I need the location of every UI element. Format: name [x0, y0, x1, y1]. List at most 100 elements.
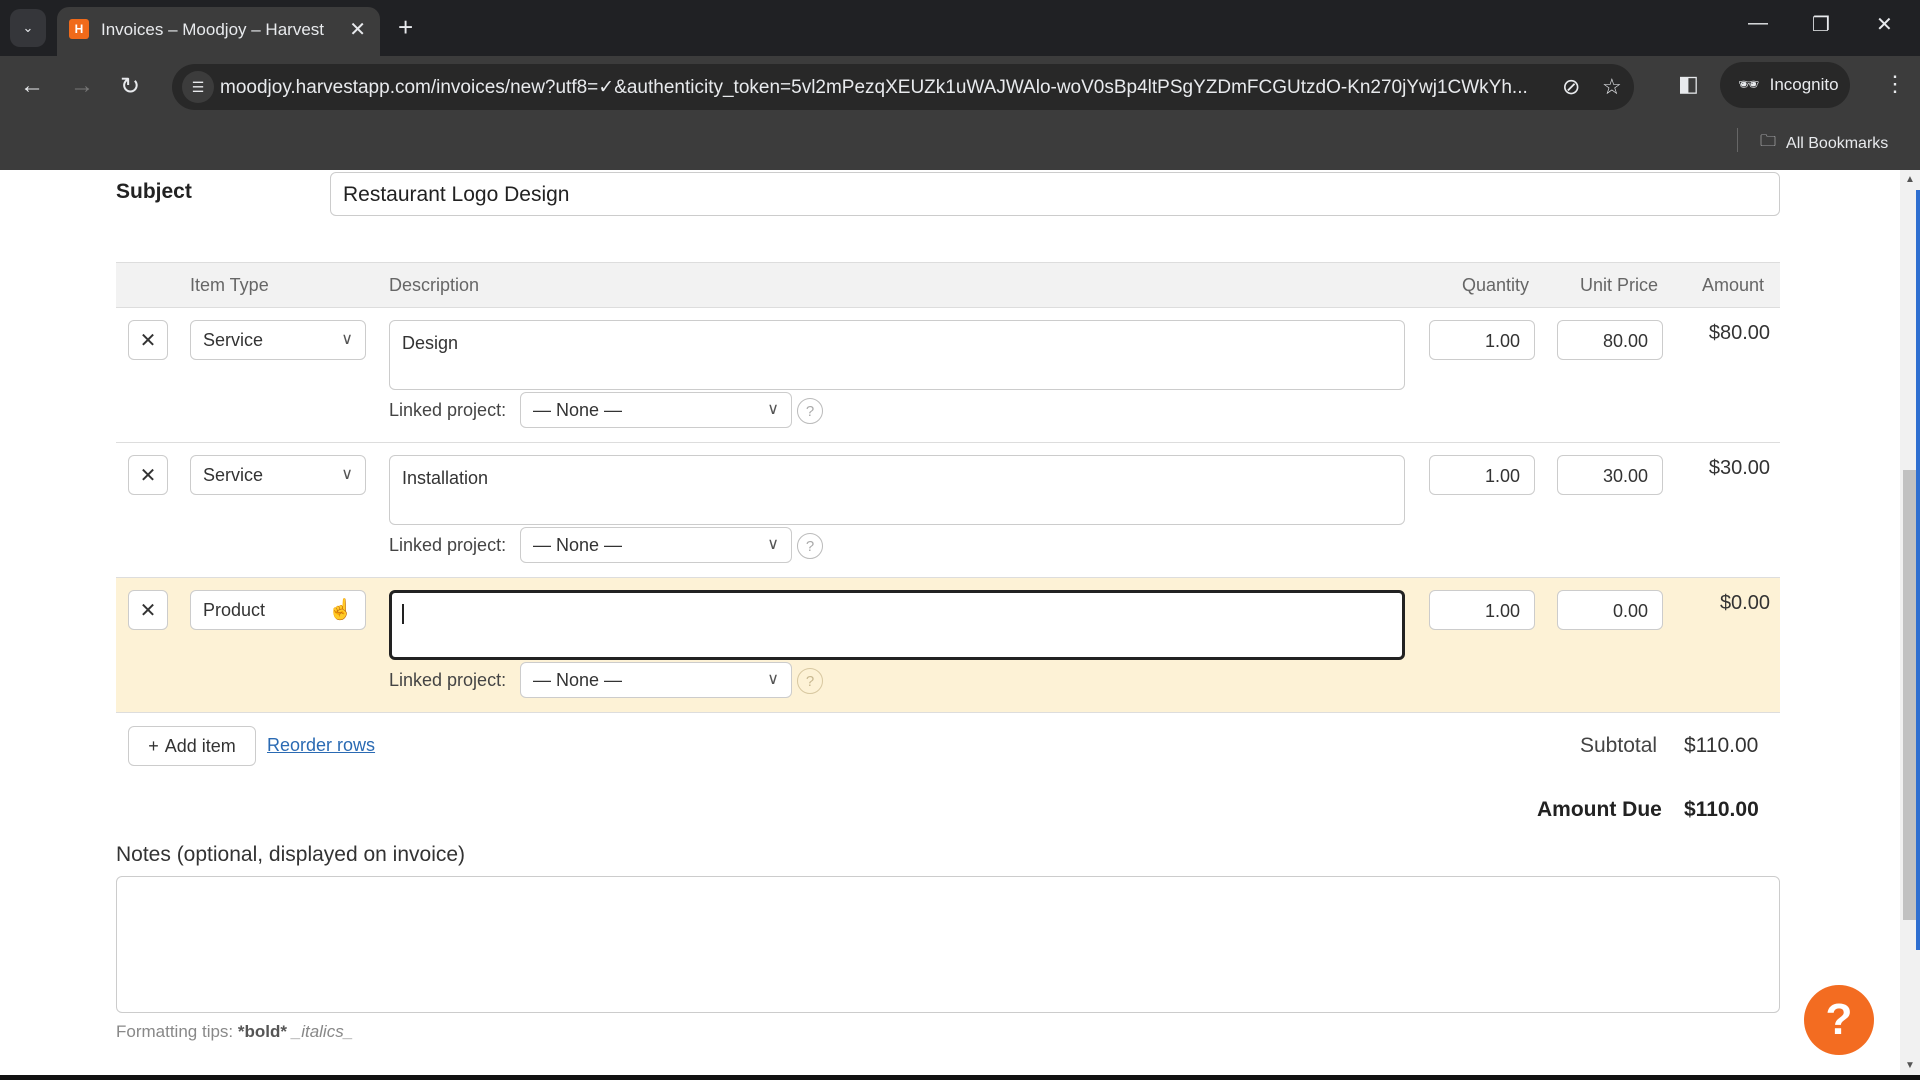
chevron-down-icon: ∨: [767, 671, 779, 688]
item-type-select[interactable]: Service ∨: [190, 320, 366, 360]
amount-due-label: Amount Due: [1537, 798, 1662, 821]
text-caret: [402, 604, 404, 625]
scrollbar-thumb[interactable]: [1903, 470, 1917, 920]
header-unit-price: Unit Price: [1580, 275, 1659, 295]
delete-row-button[interactable]: ✕: [128, 590, 168, 630]
line-items-header: Item Type Description Quantity Unit Pric…: [116, 262, 1780, 308]
unit-price-input[interactable]: 0.00: [1557, 590, 1663, 630]
notes-textarea[interactable]: [116, 876, 1780, 1013]
linked-project-label: Linked project:: [389, 670, 507, 690]
item-type-select[interactable]: Service ∨: [190, 455, 366, 495]
help-chat-button[interactable]: ?: [1804, 985, 1874, 1055]
forward-icon[interactable]: →: [70, 72, 94, 100]
line-item-row: ✕ Service ∨ Installation Linked project: …: [116, 443, 1780, 578]
description-input[interactable]: Installation: [389, 455, 1405, 525]
line-item-row-active: ✕ Product ☝ Linked project: — None — ∨ ? 1…: [116, 578, 1780, 713]
subtotal-value: $110.00: [1684, 734, 1759, 757]
chevron-down-icon: ∨: [341, 331, 353, 348]
quantity-input[interactable]: 1.00: [1429, 320, 1535, 360]
close-tab-icon[interactable]: ✕: [349, 17, 366, 42]
notes-label: Notes (optional, displayed on invoice): [116, 843, 466, 866]
menu-kebab-icon[interactable]: ⋮: [1884, 71, 1906, 97]
description-input-focused[interactable]: [389, 590, 1405, 660]
help-question-icon[interactable]: ?: [797, 398, 823, 424]
linked-project-select[interactable]: — None — ∨: [520, 392, 792, 428]
restore-icon[interactable]: ❐: [1812, 12, 1830, 37]
quantity-input[interactable]: 1.00: [1429, 455, 1535, 495]
side-panel-icon[interactable]: ◧: [1678, 71, 1699, 97]
unit-price-input[interactable]: 80.00: [1557, 320, 1663, 360]
unit-price-input[interactable]: 30.00: [1557, 455, 1663, 495]
back-icon[interactable]: ←: [20, 72, 44, 100]
linked-project-value: — None —: [533, 670, 623, 690]
header-amount: Amount: [1702, 275, 1765, 295]
help-question-icon[interactable]: ?: [797, 533, 823, 559]
quantity-input[interactable]: 1.00: [1429, 590, 1535, 630]
line-item-row: ✕ Service ∨ Design Linked project: — None…: [116, 308, 1780, 443]
browser-chrome: ⌄ H Invoices – Moodjoy – Harvest ✕ + — ❐…: [0, 0, 1920, 170]
tips-italic: _italics_: [291, 1022, 354, 1041]
linked-project-select[interactable]: — None — ∨: [520, 527, 792, 563]
browser-toolbar: ← → ↻ ☰ moodjoy.harvestapp.com/invoices/…: [0, 56, 1920, 118]
linked-project-label: Linked project:: [389, 400, 507, 420]
item-type-value: Service: [203, 330, 264, 350]
tips-prefix: Formatting tips:: [116, 1022, 234, 1041]
reorder-rows-link[interactable]: Reorder rows: [267, 735, 375, 756]
site-info-icon[interactable]: ☰: [182, 71, 214, 103]
incognito-icon: 🕶: [1738, 75, 1760, 94]
chevron-down-icon: ∨: [767, 536, 779, 553]
bookmark-star-icon[interactable]: ☆: [1602, 74, 1622, 100]
help-question-icon[interactable]: ?: [797, 668, 823, 694]
amount-due-value: $110.00: [1684, 798, 1759, 821]
bookmarks-bar: 🗀 All Bookmarks: [0, 118, 1920, 170]
chevron-down-icon: ∨: [341, 466, 353, 483]
item-type-value: Product: [203, 600, 266, 620]
reload-icon[interactable]: ↻: [120, 72, 140, 101]
minimize-icon[interactable]: —: [1748, 12, 1768, 35]
hand-cursor-icon: ☝: [328, 599, 353, 621]
add-item-label: Add item: [164, 735, 236, 756]
linked-project-value: — None —: [533, 535, 623, 555]
header-item-type: Item Type: [190, 275, 269, 295]
tips-bold: *bold*: [237, 1022, 287, 1041]
focus-edge: [1916, 190, 1920, 950]
linked-project-label: Linked project:: [389, 535, 507, 555]
incognito-label: Incognito: [1769, 75, 1839, 94]
linked-project-value: — None —: [533, 400, 623, 420]
linked-project-select[interactable]: — None — ∨: [520, 662, 792, 698]
new-tab-icon[interactable]: +: [398, 12, 413, 43]
url-text[interactable]: moodjoy.harvestapp.com/invoices/new?utf8…: [220, 76, 1528, 99]
tab-search-button[interactable]: ⌄: [10, 9, 46, 47]
bottom-edge: [0, 1075, 1920, 1080]
scroll-down-icon[interactable]: ▼: [1905, 1060, 1915, 1071]
folder-icon: 🗀: [1760, 133, 1777, 150]
description-input[interactable]: Design: [389, 320, 1405, 390]
item-type-select[interactable]: Product ☝: [190, 590, 366, 630]
header-quantity: Quantity: [1462, 275, 1530, 295]
subtotal-label: Subtotal: [1580, 734, 1658, 757]
all-bookmarks-button[interactable]: 🗀 All Bookmarks: [1760, 130, 1888, 157]
window-close-icon[interactable]: ✕: [1876, 12, 1893, 37]
delete-row-button[interactable]: ✕: [128, 455, 168, 495]
tab-strip: ⌄ H Invoices – Moodjoy – Harvest ✕ + — ❐…: [0, 0, 1920, 56]
address-bar[interactable]: ☰ moodjoy.harvestapp.com/invoices/new?ut…: [172, 64, 1634, 110]
row-amount: $30.00: [1708, 457, 1770, 479]
item-type-value: Service: [203, 465, 264, 485]
harvest-favicon-icon: H: [69, 19, 89, 39]
row-amount: $0.00: [1719, 592, 1770, 614]
subject-input[interactable]: Restaurant Logo Design: [330, 172, 1780, 216]
header-description: Description: [389, 275, 480, 295]
tab-title: Invoices – Moodjoy – Harvest: [101, 20, 324, 39]
incognito-indicator[interactable]: 🕶 Incognito: [1720, 62, 1850, 108]
plus-icon: +: [148, 735, 159, 756]
formatting-tips: Formatting tips: *bold* _italics_: [116, 1022, 353, 1042]
browser-tab[interactable]: H Invoices – Moodjoy – Harvest ✕: [57, 7, 380, 56]
add-item-button[interactable]: + Add item: [128, 726, 256, 766]
bookmarks-divider: [1737, 128, 1738, 152]
eye-off-icon[interactable]: ⊘: [1562, 74, 1580, 100]
delete-row-button[interactable]: ✕: [128, 320, 168, 360]
row-amount: $80.00: [1708, 322, 1770, 344]
chevron-down-icon: ∨: [767, 401, 779, 418]
page-scrollbar[interactable]: ▲ ▼: [1900, 170, 1920, 1075]
scroll-up-icon[interactable]: ▲: [1905, 174, 1915, 185]
